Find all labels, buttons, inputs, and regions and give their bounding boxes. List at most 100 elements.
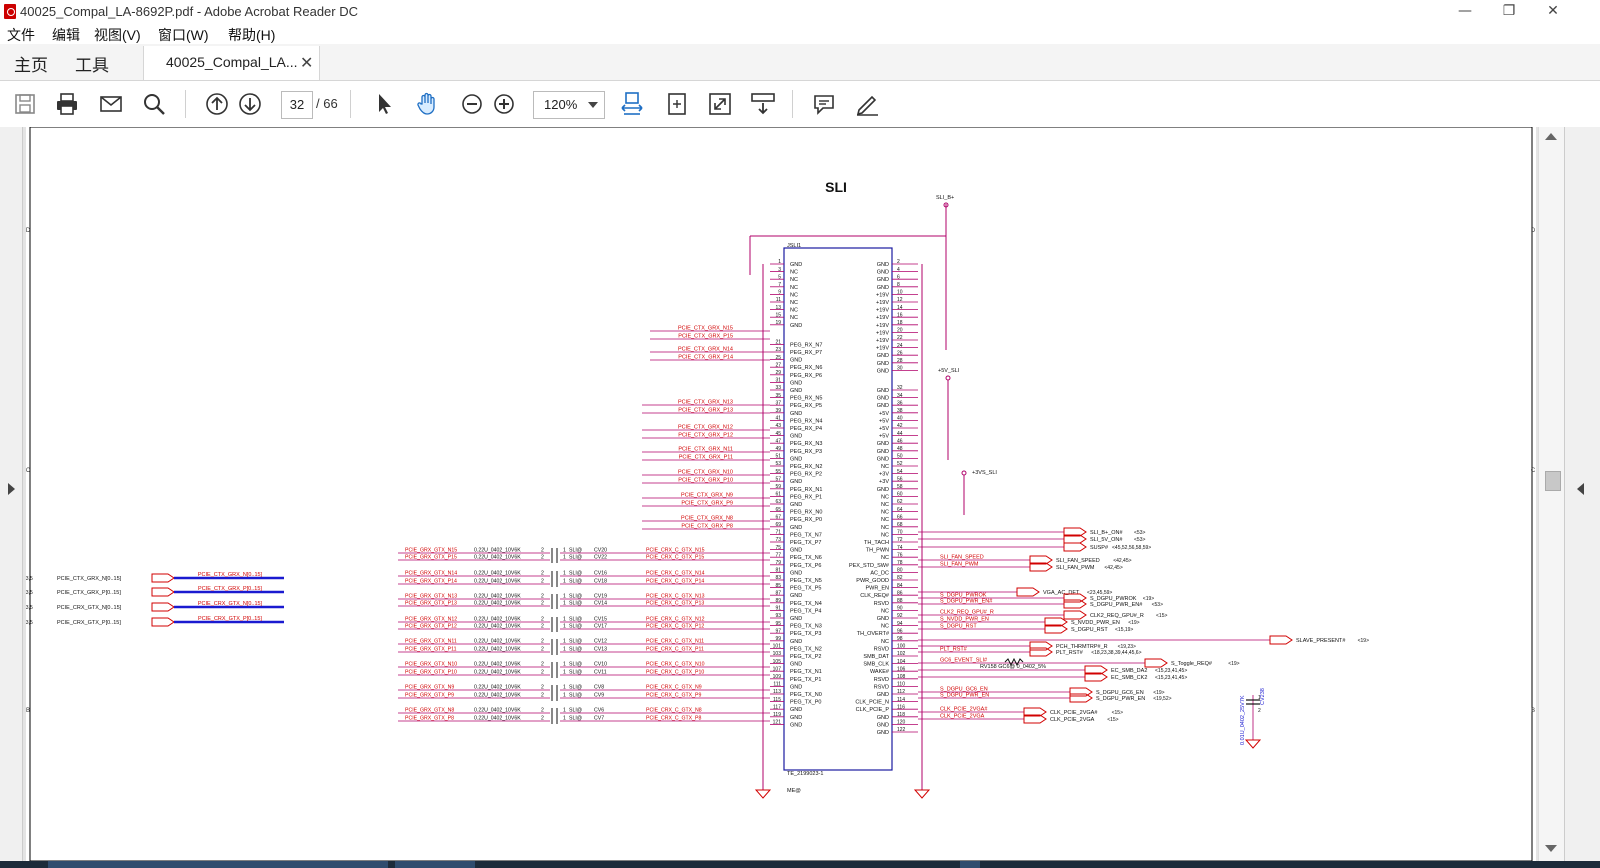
scroll-up-icon[interactable] <box>1545 133 1557 140</box>
cap-pin: 1 <box>563 639 566 645</box>
scroll-mode-icon[interactable] <box>750 91 776 117</box>
menu-edit[interactable]: 编辑 <box>52 25 80 45</box>
cap-pin: 1 <box>563 693 566 699</box>
cap-value: 0.22U_0402_10V6K <box>474 693 521 699</box>
search-icon[interactable] <box>141 91 167 117</box>
signal-red-label: SLI_FAN_SPEED <box>940 555 984 561</box>
pin-label-right: NC <box>881 464 889 470</box>
window-title: 40025_Compal_LA-8692P.pdf - Adobe Acroba… <box>20 4 358 19</box>
fit-width-icon[interactable] <box>619 91 645 117</box>
menu-window[interactable]: 窗口(W) <box>158 25 209 45</box>
tab-home[interactable]: 主页 <box>14 51 48 76</box>
vertical-scrollbar[interactable] <box>1538 127 1565 861</box>
tab-tools[interactable]: 工具 <box>75 51 109 76</box>
cap-pin: 2 <box>541 708 544 714</box>
bus-port-flag <box>151 617 175 627</box>
tx-net-label: PCIE_GRX_GTX_P11 <box>405 647 457 653</box>
tx-net-label: PCIE_GRX_GTX_N9 <box>405 685 454 691</box>
border-mark-right: C <box>1531 468 1536 474</box>
pin-label-left: PEG_TX_P6 <box>790 563 822 569</box>
close-tab-icon[interactable]: ✕ <box>300 53 313 73</box>
pin-number-right: 18 <box>897 320 903 326</box>
right-panel-toggle[interactable] <box>1564 127 1600 861</box>
cap-option: SLI@ <box>569 571 582 577</box>
save-icon[interactable] <box>12 91 38 117</box>
full-screen-icon[interactable] <box>707 91 733 117</box>
pdf-page[interactable]: D D C C B B SLI JSLI1 TE_2199023-1 ME@ GND 1 NC 3 NC 5 N… <box>23 126 1536 862</box>
cap-pin: 1 <box>563 662 566 668</box>
pin-label-right: GND <box>877 722 889 728</box>
pin-label-right: NC <box>881 624 889 630</box>
pin-number-right: 32 <box>897 385 903 391</box>
left-panel-toggle[interactable] <box>0 127 23 861</box>
pin-label-left: PEG_RX_P0 <box>790 517 822 523</box>
cap-refdes: CV7 <box>594 716 604 722</box>
comment-icon[interactable] <box>811 91 837 117</box>
pin-label-right: +19V <box>876 315 889 321</box>
fit-page-icon[interactable] <box>664 91 690 117</box>
pin-label-right: NC <box>881 502 889 508</box>
menu-help[interactable]: 帮助(H) <box>228 25 275 45</box>
print-icon[interactable] <box>54 91 80 117</box>
pin-number-right: 74 <box>897 545 903 551</box>
taskbar <box>0 861 1600 868</box>
hand-icon[interactable] <box>414 91 440 117</box>
zoom-select[interactable]: 120% <box>533 91 605 119</box>
pin-number-right: 36 <box>897 400 903 406</box>
page-number-input[interactable]: 32 <box>281 91 313 119</box>
pin-number-right: 60 <box>897 492 903 498</box>
pin-number-left: 101 <box>773 644 782 650</box>
border-mark-left: C <box>26 468 31 474</box>
pin-label-left: PEG_RX_P6 <box>790 373 822 379</box>
signal-ref: <15> <box>1112 710 1123 716</box>
email-icon[interactable] <box>98 91 124 117</box>
tab-document[interactable]: 40025_Compal_LA... ✕ <box>143 46 320 80</box>
page-up-icon[interactable] <box>204 91 230 117</box>
pin-label-right: NC <box>881 510 889 516</box>
toolbar: 32 / 66 120% <box>0 81 1600 128</box>
pin-label-left: PEG_RX_P5 <box>790 403 822 409</box>
pin-number-right: 34 <box>897 393 903 399</box>
page-down-icon[interactable] <box>237 91 263 117</box>
signal-ref: <53> <box>1134 530 1145 536</box>
cap-pin: 2 <box>541 685 544 691</box>
pin-number-left: 77 <box>775 552 781 558</box>
cap-pin: 2 <box>541 639 544 645</box>
pin-label-left: NC <box>790 270 798 276</box>
cap-pin: 1 <box>563 685 566 691</box>
signal-flag <box>1063 599 1087 609</box>
scroll-thumb[interactable] <box>1545 471 1561 491</box>
pin-label-right: GND <box>877 441 889 447</box>
select-icon[interactable] <box>371 91 397 117</box>
rx-net-label: PCIE_CTX_GRX_P12 <box>678 433 733 439</box>
cap-value: 0.22U_0402_10V6K <box>474 716 521 722</box>
tx-c-net-label: PCIE_CRX_C_GTX_N8 <box>646 708 702 714</box>
pin-label-left: PEG_TX_N2 <box>790 646 822 652</box>
close-window-button[interactable]: ✕ <box>1531 0 1575 24</box>
zoom-in-icon[interactable] <box>491 91 517 117</box>
signal-flag <box>1069 693 1093 703</box>
signal-flag <box>1144 658 1168 668</box>
cap-refdes: CV20 <box>594 548 607 554</box>
signal-net-label: VGA_AC_DET <box>1043 590 1080 596</box>
scroll-down-icon[interactable] <box>1545 845 1557 852</box>
pin-number-right: 78 <box>897 560 903 566</box>
cap-value: 0.22U_0402_10V6K <box>474 548 521 554</box>
menu-view[interactable]: 视图(V) <box>94 25 141 45</box>
cap-value: 0.22U_0402_10V6K <box>474 617 521 623</box>
menu-file[interactable]: 文件 <box>7 25 35 45</box>
cap-value-right: 0.01U_0402_25V7K <box>1240 695 1246 745</box>
tx-net-label: PCIE_GRX_GTX_P15 <box>405 555 457 561</box>
pin-label-left: GND <box>790 388 802 394</box>
tx-net-label: PCIE_GRX_GTX_N13 <box>405 594 457 600</box>
restore-button[interactable]: ❐ <box>1487 0 1531 24</box>
tx-c-net-label: PCIE_CRX_C_GTX_N13 <box>646 594 705 600</box>
pin-number-left: 29 <box>775 370 781 376</box>
pin-number-left: 23 <box>775 347 781 353</box>
cap-refdes: CV10 <box>594 662 607 668</box>
zoom-out-icon[interactable] <box>459 91 485 117</box>
minimize-button[interactable]: — <box>1443 0 1487 24</box>
connector-part-note: ME@ <box>787 788 801 794</box>
sign-icon[interactable] <box>854 91 880 117</box>
tx-c-net-label: PCIE_CRX_C_GTX_P9 <box>646 693 701 699</box>
